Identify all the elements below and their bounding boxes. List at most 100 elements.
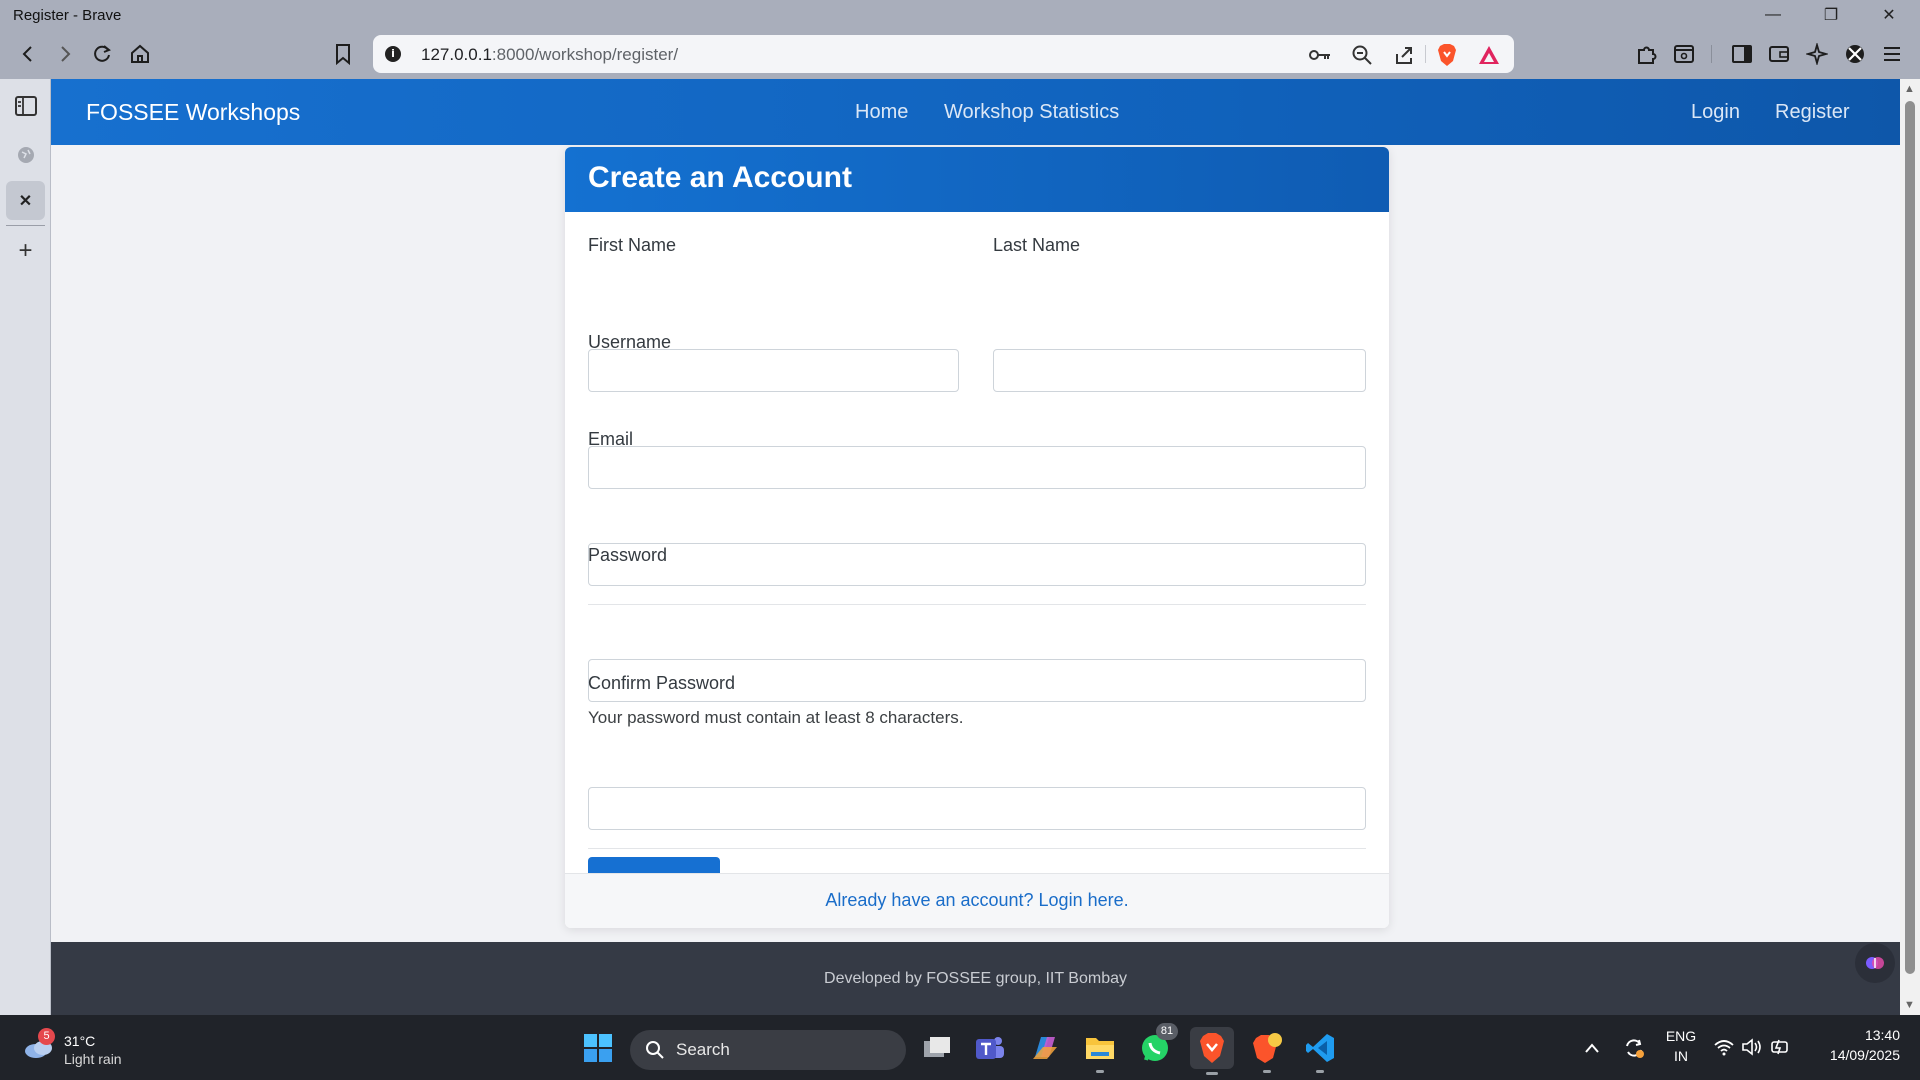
password-label: Password [588,545,668,565]
weather-condition: Light rain [64,1051,122,1067]
volume-icon [1742,1038,1761,1056]
address-bar[interactable]: i 127.0.0.1:8000/workshop/register/ [373,35,1514,73]
folder-icon [1086,1038,1114,1059]
vscode-app[interactable] [1301,1029,1339,1073]
username-label: Username [588,332,672,352]
vpn-button[interactable] [1839,38,1871,70]
page-title: Create an Account [588,161,852,194]
card-header: Create an Account [565,147,1389,212]
wallet-icon [1769,46,1789,62]
restore-icon: ❐ [1823,6,1839,24]
nav-home-link[interactable]: Home [855,101,908,124]
windows-icon [584,1034,612,1062]
login-link[interactable]: Already have an account? Login here. [825,890,1128,910]
brave-app-active[interactable] [1190,1027,1234,1075]
system-tray-status[interactable] [1713,1035,1797,1061]
card-footer: Already have an account? Login here. [565,873,1389,928]
language-indicator[interactable]: ENG IN [1660,1028,1702,1068]
restore-button[interactable]: ❐ [1802,0,1860,29]
sidebar-toggle-button[interactable] [1726,38,1758,70]
password-key-button[interactable] [1307,42,1333,68]
running-indicator [1206,1072,1218,1075]
brave-rewards-button[interactable] [1476,42,1502,68]
teams-app[interactable] [971,1029,1009,1067]
window-titlebar: Register - Brave — ❐ ✕ [0,0,1920,29]
main-menu-button[interactable] [1876,38,1908,70]
whatsapp-app[interactable]: 81 [1136,1023,1178,1067]
taskbar: 5 31°C Light rain Search 81 ENG IN 13:40… [0,1015,1920,1080]
first-name-field[interactable] [588,349,959,392]
nav-login-link[interactable]: Login [1691,101,1740,124]
leo-icon [1806,43,1828,65]
copilot-app[interactable] [1026,1029,1064,1067]
last-name-field[interactable] [993,349,1366,392]
first-name-label: First Name [588,235,677,255]
confirm-password-label: Confirm Password [588,673,736,693]
assistant-icon [1866,957,1884,969]
taskbar-search[interactable]: Search [630,1030,906,1070]
reload-button[interactable] [86,38,118,70]
share-button[interactable] [1391,42,1417,68]
zoom-icon [1352,45,1372,65]
brave-beta-app[interactable] [1248,1029,1286,1073]
search-label: Search [676,1040,730,1059]
sidebar-site-button[interactable] [6,135,45,174]
menu-icon [1884,47,1900,61]
sidebar-active-item[interactable]: ✕ [6,181,45,220]
teams-icon [976,1037,1004,1059]
file-explorer-app[interactable] [1081,1029,1119,1073]
reader-mode-button[interactable] [1668,38,1700,70]
email-field[interactable] [588,543,1366,586]
site-brand[interactable]: FOSSEE Workshops [86,99,300,126]
scrollbar-thumb[interactable] [1905,101,1915,974]
password-hint: Your password must contain at least 8 ch… [588,708,964,727]
brave-shields-button[interactable] [1434,42,1460,68]
close-window-button[interactable]: ✕ [1860,0,1918,29]
page-scrollbar[interactable]: ▲ ▼ [1900,79,1920,1015]
temperature: 31°C [64,1033,96,1049]
language-text: ENG [1665,1028,1697,1044]
assistant-button[interactable] [1855,943,1895,983]
sync-tray-button[interactable] [1615,1029,1653,1067]
nav-statistics-link[interactable]: Workshop Statistics [944,101,1119,124]
running-indicator [1263,1070,1271,1073]
zoom-button[interactable] [1349,42,1375,68]
nav-register-link[interactable]: Register [1775,101,1849,124]
sidebar-add-button[interactable]: + [6,231,45,270]
browser-sidebar: ✕ + [0,79,51,1015]
sidebar-panel-button[interactable] [6,86,45,125]
register-card: Create an Account First Name Last Name U… [565,147,1389,928]
confirm-password-field[interactable] [588,787,1366,830]
whatsapp-badge: 81 [1156,1023,1178,1040]
scroll-down-icon[interactable]: ▼ [1904,999,1915,1011]
weather-widget[interactable]: 5 31°C Light rain [20,1025,140,1071]
bookmark-button[interactable] [327,38,359,70]
home-button[interactable] [124,38,156,70]
site-footer: Developed by FOSSEE group, IIT Bombay [51,942,1900,1015]
task-view-button[interactable] [918,1029,956,1067]
battery-icon [1771,1039,1788,1055]
show-hidden-icons-button[interactable] [1573,1029,1611,1067]
clock[interactable]: 13:40 14/09/2025 [1808,1027,1900,1069]
vpn-icon [1846,45,1864,63]
back-button[interactable] [12,38,44,70]
brave-shields-icon [1438,44,1456,66]
back-icon [22,46,32,62]
task-view-icon [924,1037,950,1057]
window-title: Register - Brave [13,7,122,24]
home-icon [131,44,149,63]
wallet-button[interactable] [1763,38,1795,70]
leo-ai-button[interactable] [1801,38,1833,70]
page-viewport: FOSSEE Workshops Home Workshop Statistic… [51,79,1900,1015]
username-field[interactable] [588,446,1366,489]
site-info-icon[interactable]: i [385,46,401,62]
forward-button[interactable] [49,38,81,70]
bookmark-icon [336,44,350,65]
minimize-button[interactable]: — [1744,0,1802,29]
start-button[interactable] [579,1029,617,1067]
reload-icon [94,45,111,62]
extensions-button[interactable] [1631,38,1663,70]
url-text[interactable]: 127.0.0.1:8000/workshop/register/ [421,45,678,65]
scroll-up-icon[interactable]: ▲ [1904,83,1915,95]
extensions-icon [1638,46,1657,64]
